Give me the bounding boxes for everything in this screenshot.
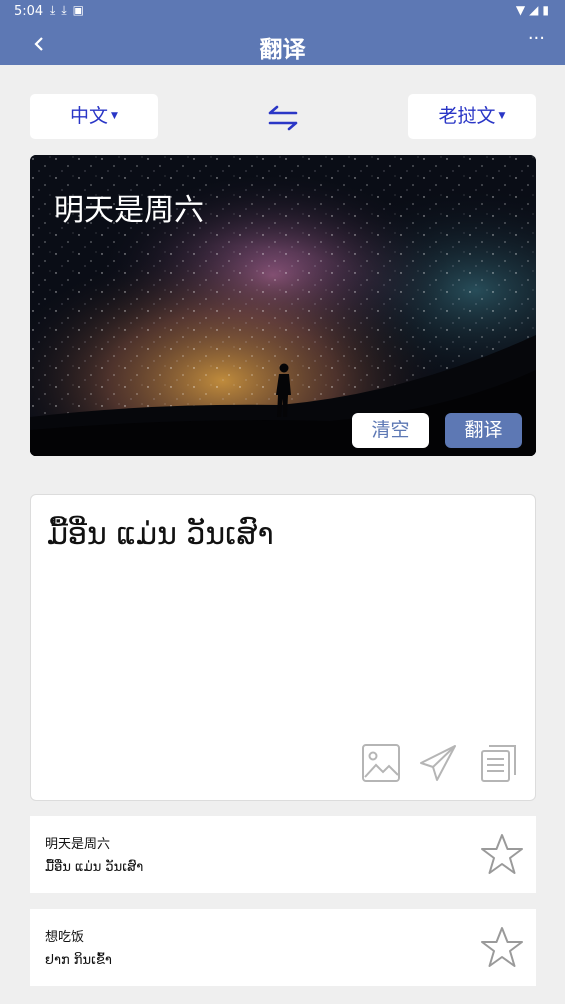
system-icons: ▼◢▮: [516, 3, 553, 17]
caret-down-icon: ▼: [111, 111, 118, 121]
page-title: 翻译: [259, 37, 306, 63]
target-language-label: 老挝文: [438, 105, 496, 127]
download-icon: ⤓: [61, 3, 73, 17]
image-icon[interactable]: [361, 743, 401, 783]
send-icon[interactable]: [418, 743, 458, 783]
history-source-text: 想吃饭: [45, 930, 85, 945]
app-notification-icon: ▣: [72, 3, 90, 17]
status-time: 5:04: [14, 4, 44, 19]
translation-result-card: ມື້ອື່ນ ແມ່ນ ວັນເສົາ: [30, 494, 536, 801]
history-target-text: ມື້ອື່ນ ແມ່ນ ວັນເສົາ: [45, 860, 144, 875]
target-language-select[interactable]: 老挝文 ▼: [408, 94, 536, 139]
translate-button[interactable]: 翻译: [445, 413, 522, 448]
star-icon[interactable]: [480, 926, 524, 970]
wifi-icon: ▼: [515, 3, 530, 17]
more-options-icon[interactable]: ···: [528, 28, 545, 49]
swap-languages-icon[interactable]: [266, 104, 300, 132]
source-text[interactable]: 明天是周六: [54, 185, 204, 229]
signal-icon: ◢: [529, 3, 543, 17]
status-bar: 5:04 ⤓⤓▣ ▼◢▮: [0, 0, 565, 24]
source-language-select[interactable]: 中文 ▼: [30, 94, 158, 139]
source-input-card[interactable]: 明天是周六 清空 翻译: [30, 155, 536, 456]
copy-icon[interactable]: [479, 743, 519, 783]
source-language-label: 中文: [70, 105, 109, 127]
download-icon: ⤓: [50, 3, 62, 17]
history-item[interactable]: 想吃饭 ຢາກ ກິນເຂົ້າ: [30, 909, 536, 986]
translation-result-text: ມື້ອື່ນ ແມ່ນ ວັນເສົາ: [47, 517, 274, 552]
star-icon[interactable]: [480, 833, 524, 877]
history-source-text: 明天是周六: [45, 837, 111, 852]
clear-button[interactable]: 清空: [352, 413, 429, 448]
battery-icon: ▮: [542, 3, 553, 17]
back-arrow-icon[interactable]: [26, 28, 54, 60]
history-target-text: ຢາກ ກິນເຂົ້າ: [45, 953, 112, 968]
app-bar: 翻译 ···: [0, 24, 565, 65]
history-item[interactable]: 明天是周六 ມື້ອື່ນ ແມ່ນ ວັນເສົາ: [30, 816, 536, 893]
caret-down-icon: ▼: [498, 111, 506, 121]
notification-icons: ⤓⤓▣: [50, 3, 90, 18]
